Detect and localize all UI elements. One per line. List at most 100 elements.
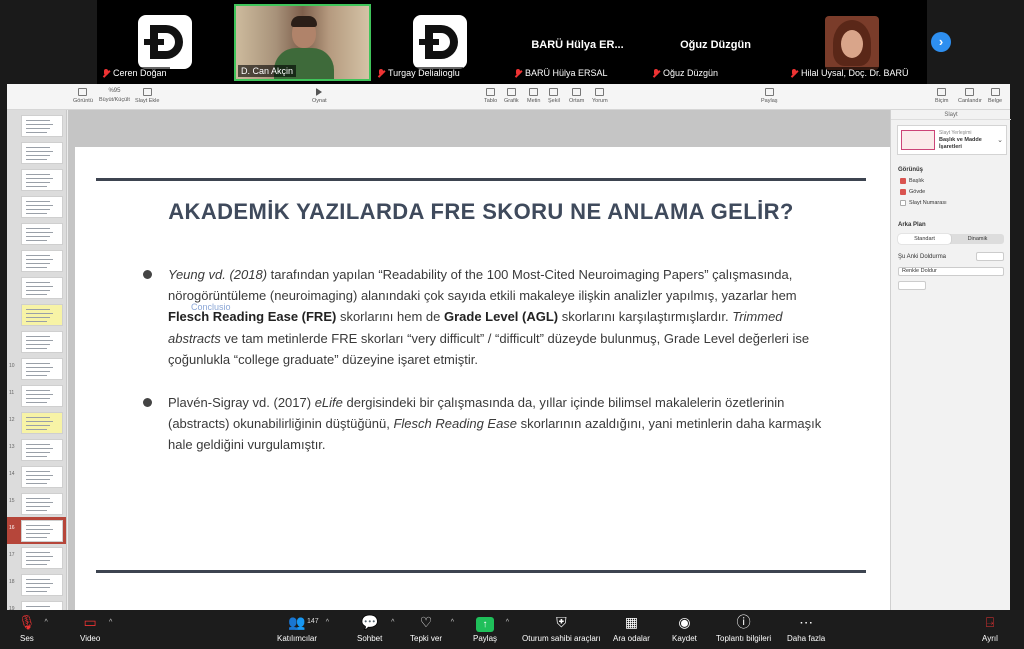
slide-layout-picker[interactable]: Slayt Yerleşimi Başlık ve Madde İşaretle… <box>897 125 1007 155</box>
chat-button[interactable]: 💬 Sohbet ^ <box>357 613 394 643</box>
preview-line <box>26 452 50 454</box>
body-checkbox[interactable]: Gövde <box>900 189 925 195</box>
preview-line <box>26 182 50 184</box>
slide-thumbnail[interactable]: 18 <box>7 571 66 598</box>
slide-thumbnail[interactable]: 10 <box>7 355 66 382</box>
paintbrush-icon <box>937 88 947 96</box>
slide-number: 16 <box>9 525 15 531</box>
video-person-hair <box>291 16 317 27</box>
slide-thumbnail[interactable] <box>7 166 66 193</box>
zoom-button[interactable]: %95 Büyüt/Küçült <box>99 88 130 103</box>
slide-thumbnail[interactable] <box>7 193 66 220</box>
participant-name-label: Hilal Uysal, Doç. Dr. BARÜ <box>787 67 912 79</box>
view-button[interactable]: Görüntü <box>73 88 93 104</box>
table-icon <box>486 88 496 96</box>
format-button[interactable]: Biçim <box>935 88 948 104</box>
participant-tile[interactable]: Oğuz Düzgün Oğuz Düzgün <box>647 4 784 81</box>
preview-line <box>26 321 47 323</box>
slide-thumbnail[interactable] <box>7 301 66 328</box>
shape-button[interactable]: Şekil <box>548 88 560 104</box>
participant-tile[interactable]: Ceren Doğan <box>97 4 234 81</box>
slide[interactable]: AKADEMİK YAZILARDA FRE SKORU NE ANLAMA G… <box>75 147 891 610</box>
slide-preview <box>21 520 63 542</box>
preview-line <box>26 606 50 608</box>
share-icon <box>764 88 774 96</box>
play-button[interactable]: Oynat <box>312 88 327 104</box>
animate-button[interactable]: Canlandır <box>958 88 982 104</box>
document-button[interactable]: Belge <box>988 88 1002 104</box>
caret-up-icon[interactable]: ^ <box>451 619 454 626</box>
caret-up-icon[interactable]: ^ <box>326 619 329 626</box>
slide-thumbnail[interactable]: 19 <box>7 598 66 610</box>
slide-thumbnail[interactable] <box>7 112 66 139</box>
next-page-chevron-icon[interactable]: › <box>931 32 951 52</box>
chart-icon <box>506 88 516 96</box>
breakout-rooms-button[interactable]: ▦ Ara odalar <box>613 613 650 643</box>
fill-type-select[interactable]: Renkle Doldur <box>898 267 1004 276</box>
preview-line <box>26 282 50 284</box>
caret-up-icon[interactable]: ^ <box>109 619 112 626</box>
record-button[interactable]: ◉ Kaydet <box>672 613 697 643</box>
slide-thumbnail[interactable] <box>7 328 66 355</box>
italic-term: eLife <box>314 395 343 410</box>
participant-name: D. Can Akçin <box>241 66 294 76</box>
audio-button[interactable]: 🎙 Ses ^ <box>18 613 48 643</box>
fill-color-well[interactable] <box>976 252 1004 261</box>
color-wheel-button[interactable] <box>898 281 926 290</box>
comment-button[interactable]: Yorum <box>592 88 608 104</box>
bullet-dot <box>143 398 152 407</box>
share-screen-button[interactable]: ↑ Paylaş ^ <box>473 613 509 643</box>
participant-tile[interactable]: BARÜ Hülya ER... BARÜ Hülya ERSAL <box>509 4 646 81</box>
slide-thumbnail[interactable]: 12 <box>7 409 66 436</box>
chat-icon: 💬 <box>360 614 379 630</box>
keynote-toolbar: Görüntü %95 Büyüt/Küçült Slayt Ekle Oynat… <box>7 84 1010 110</box>
leave-button[interactable]: ⍈ Ayrıl <box>982 613 998 643</box>
add-slide-button[interactable]: Slayt Ekle <box>135 88 159 104</box>
slide-thumbnail[interactable]: 17 <box>7 544 66 571</box>
text-button[interactable]: Metin <box>527 88 540 104</box>
preview-line <box>26 294 47 296</box>
caret-up-icon[interactable]: ^ <box>391 619 394 626</box>
participant-tile[interactable]: Turgay Delialioglu <box>372 4 509 81</box>
dynamic-option[interactable]: Dinamik <box>951 234 1004 244</box>
more-button[interactable]: ⋯ Daha fazla <box>787 613 825 643</box>
caret-up-icon[interactable]: ^ <box>44 619 47 626</box>
preview-line <box>26 421 53 423</box>
slide-thumbnail[interactable]: 11 <box>7 382 66 409</box>
slide-number: 12 <box>9 417 15 423</box>
meeting-info-button[interactable]: ⓘ Toplantı bilgileri <box>716 613 771 643</box>
table-button[interactable]: Tablo <box>484 88 497 104</box>
slide-preview <box>21 142 63 164</box>
participants-button[interactable]: 👥 147 Katılımcılar ^ <box>277 613 329 643</box>
participant-tile[interactable]: Hilal Uysal, Doç. Dr. BARÜ <box>785 4 922 81</box>
slide-thumbnail[interactable] <box>7 139 66 166</box>
mic-muted-icon <box>377 68 385 78</box>
slide-thumbnail[interactable]: 15 <box>7 490 66 517</box>
slide-number: 18 <box>9 579 15 585</box>
slide-title[interactable]: AKADEMİK YAZILARDA FRE SKORU NE ANLAMA G… <box>96 199 866 225</box>
chart-button[interactable]: Grafik <box>504 88 519 104</box>
slide-thumbnail[interactable]: 13 <box>7 436 66 463</box>
host-tools-button[interactable]: ⛨ Oturum sahibi araçları <box>522 613 601 643</box>
share-doc-button[interactable]: Paylaş <box>761 88 778 104</box>
standard-option[interactable]: Standart <box>898 234 951 244</box>
slide-thumbnail[interactable] <box>7 220 66 247</box>
participant-tile-active-speaker[interactable]: D. Can Akçin <box>234 4 371 81</box>
bullet-text-1[interactable]: Yeung vd. (2018) tarafından yapılan “Rea… <box>168 264 838 370</box>
reactions-button[interactable]: ♡ Tepki ver ^ <box>410 613 454 643</box>
preview-line <box>26 579 50 581</box>
bullet-text-2[interactable]: Plavén-Sigray vd. (2017) eLife dergisind… <box>168 392 838 456</box>
slide-thumbnail[interactable] <box>7 274 66 301</box>
preview-line <box>26 552 50 554</box>
slide-thumbnail[interactable] <box>7 247 66 274</box>
preview-line <box>26 267 47 269</box>
media-button[interactable]: Ortam <box>569 88 584 104</box>
title-checkbox[interactable]: Başlık <box>900 178 924 184</box>
video-button[interactable]: ▭ Video ^ <box>80 613 112 643</box>
table-label: Tablo <box>484 98 498 104</box>
caret-up-icon[interactable]: ^ <box>506 619 509 626</box>
inspector-header: Slayt <box>891 110 1011 120</box>
slide-number-checkbox[interactable]: Slayt Numarası <box>900 200 947 206</box>
slide-thumbnail[interactable]: 14 <box>7 463 66 490</box>
slide-thumbnail[interactable]: 16 <box>7 517 66 544</box>
